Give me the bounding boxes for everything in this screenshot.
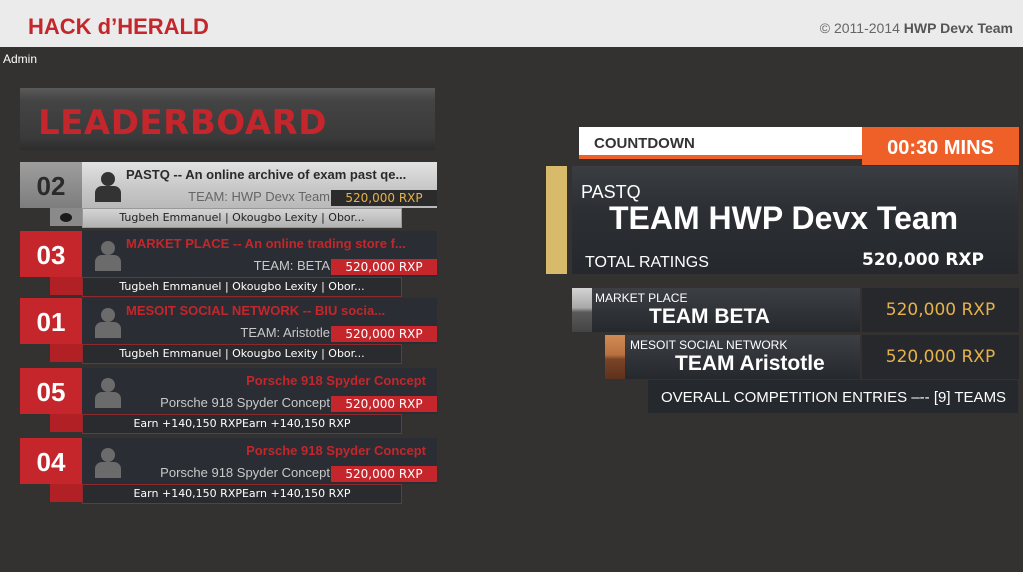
entry-members: Earn +140,150 RXPEarn +140,150 RXP bbox=[82, 414, 402, 434]
runner-up-project: MARKET PLACE bbox=[595, 291, 688, 305]
user-silhouette-icon bbox=[93, 378, 123, 408]
copyright-prefix: © 2011-2014 bbox=[819, 20, 904, 36]
rank-number: 05 bbox=[20, 368, 82, 414]
rank-tab bbox=[50, 414, 82, 432]
runner-up-xp: 520,000 RXP bbox=[862, 288, 1019, 332]
entry-team: TEAM: Aristotle bbox=[240, 325, 330, 340]
user-silhouette-icon bbox=[93, 241, 123, 271]
entry-title: MESOIT SOCIAL NETWORK -- BIU socia... bbox=[126, 303, 386, 318]
leaderboard-entry[interactable]: 03 MARKET PLACE -- An online trading sto… bbox=[20, 231, 437, 297]
selection-dot-icon bbox=[60, 213, 72, 222]
featured-team: TEAM HWP Devx Team bbox=[609, 200, 959, 236]
runner-up-swatch bbox=[572, 288, 592, 332]
leaderboard-entry[interactable]: 05 Porsche 918 Spyder Concept Porsche 91… bbox=[20, 368, 437, 434]
runner-up-swatch bbox=[605, 335, 625, 379]
rank-tab bbox=[50, 484, 82, 502]
entry-card[interactable]: MARKET PLACE -- An online trading store … bbox=[82, 231, 437, 277]
entry-xp: 520,000 RXP bbox=[331, 190, 437, 206]
runner-up-body: MARKET PLACE TEAM BETA bbox=[592, 288, 860, 332]
user-silhouette-icon bbox=[93, 172, 123, 202]
user-silhouette-icon bbox=[93, 308, 123, 338]
entry-members: Tugbeh Emmanuel | Okougbo Lexity | Obor.… bbox=[82, 344, 402, 364]
runner-up-entry[interactable]: MARKET PLACE TEAM BETA 520,000 RXP bbox=[572, 288, 1019, 332]
rank-tab bbox=[50, 277, 82, 295]
copyright-team: HWP Devx Team bbox=[903, 20, 1013, 36]
leaderboard-banner: LEADERBOARD bbox=[20, 88, 435, 150]
runner-up-project: MESOIT SOCIAL NETWORK bbox=[630, 338, 788, 352]
entry-members: Tugbeh Emmanuel | Okougbo Lexity | Obor.… bbox=[82, 208, 402, 228]
rank-number: 03 bbox=[20, 231, 82, 277]
rank-tab bbox=[50, 344, 82, 362]
featured-accent-bar bbox=[546, 166, 567, 274]
entry-title: MARKET PLACE -- An online trading store … bbox=[126, 236, 406, 251]
total-ratings-label: TOTAL RATINGS bbox=[585, 254, 709, 271]
entry-xp: 520,000 RXP bbox=[331, 396, 437, 412]
runner-up-body: MESOIT SOCIAL NETWORK TEAM Aristotle bbox=[625, 335, 860, 379]
featured-xp: 520,000 RXP bbox=[861, 250, 984, 270]
countdown-timer: 00:30 MINS bbox=[862, 127, 1019, 165]
runner-up-entry[interactable]: MESOIT SOCIAL NETWORK TEAM Aristotle 520… bbox=[572, 335, 1019, 379]
user-role-label[interactable]: Admin bbox=[3, 52, 37, 66]
entry-xp: 520,000 RXP bbox=[331, 466, 437, 482]
entry-xp: 520,000 RXP bbox=[331, 259, 437, 275]
entry-title: Porsche 918 Spyder Concept bbox=[246, 443, 426, 458]
copyright: © 2011-2014 HWP Devx Team bbox=[820, 20, 1013, 36]
user-silhouette-icon bbox=[93, 448, 123, 478]
runner-up-team: TEAM BETA bbox=[649, 305, 770, 328]
leaderboard-title: LEADERBOARD bbox=[38, 103, 327, 143]
entry-card[interactable]: MESOIT SOCIAL NETWORK -- BIU socia... TE… bbox=[82, 298, 437, 344]
countdown-label: COUNTDOWN bbox=[579, 127, 862, 159]
runner-up-xp: 520,000 RXP bbox=[862, 335, 1019, 379]
leaderboard-entry[interactable]: 02 PASTQ -- An online archive of exam pa… bbox=[20, 162, 437, 228]
leaderboard-entry[interactable]: 04 Porsche 918 Spyder Concept Porsche 91… bbox=[20, 438, 437, 504]
runner-up-team: TEAM Aristotle bbox=[675, 352, 825, 375]
rank-number: 04 bbox=[20, 438, 82, 484]
entry-title: PASTQ -- An online archive of exam past … bbox=[126, 167, 407, 182]
entry-card[interactable]: PASTQ -- An online archive of exam past … bbox=[82, 162, 437, 208]
rank-number: 01 bbox=[20, 298, 82, 344]
featured-entry[interactable]: PASTQ TEAM HWP Devx Team TOTAL RATINGS 5… bbox=[572, 166, 1018, 274]
entry-card[interactable]: Porsche 918 Spyder Concept Porsche 918 S… bbox=[82, 368, 437, 414]
entry-members: Tugbeh Emmanuel | Okougbo Lexity | Obor.… bbox=[82, 277, 402, 297]
overall-entries: OVERALL COMPETITION ENTRIES –-- [9] TEAM… bbox=[648, 380, 1018, 413]
entry-team: Porsche 918 Spyder Concept bbox=[160, 465, 330, 480]
entry-members: Earn +140,150 RXPEarn +140,150 RXP bbox=[82, 484, 402, 504]
app-brand[interactable]: HACK d’HERALD bbox=[28, 14, 209, 40]
rank-number: 02 bbox=[20, 162, 82, 208]
entry-card[interactable]: Porsche 918 Spyder Concept Porsche 918 S… bbox=[82, 438, 437, 484]
entry-team: Porsche 918 Spyder Concept bbox=[160, 395, 330, 410]
entry-team: TEAM: BETA bbox=[253, 258, 330, 273]
countdown-panel: COUNTDOWN 00:30 MINS bbox=[579, 127, 1019, 165]
top-bar: HACK d’HERALD © 2011-2014 HWP Devx Team bbox=[0, 0, 1023, 47]
entry-title: Porsche 918 Spyder Concept bbox=[246, 373, 426, 388]
entry-xp: 520,000 RXP bbox=[331, 326, 437, 342]
leaderboard-entry[interactable]: 01 MESOIT SOCIAL NETWORK -- BIU socia...… bbox=[20, 298, 437, 364]
entry-team: TEAM: HWP Devx Team bbox=[188, 189, 330, 204]
